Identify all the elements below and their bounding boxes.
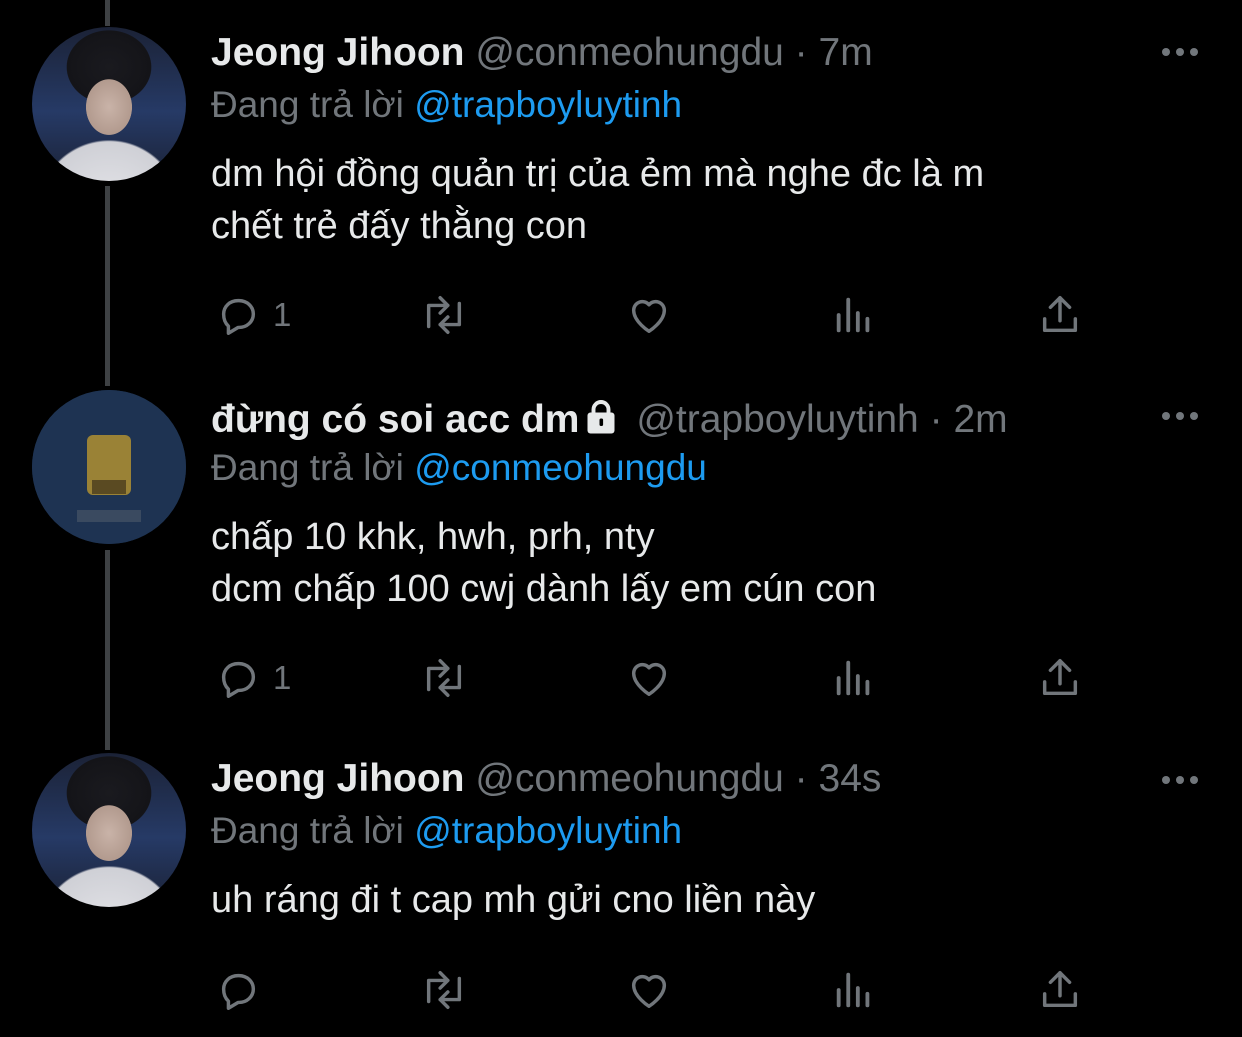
avatar[interactable] [32, 390, 186, 544]
views-icon [831, 292, 877, 338]
replying-to-mention[interactable]: @trapboyluytinh [414, 810, 682, 851]
like-button[interactable] [625, 653, 673, 703]
reply-button[interactable]: 1 [215, 290, 291, 340]
tweet-header: đừng có soi acc dm @trapboyluytinh · 2m [211, 397, 1008, 446]
action-bar [211, 965, 1111, 1015]
share-button[interactable] [1037, 653, 1083, 703]
heart-icon [625, 655, 673, 701]
avatar[interactable] [32, 753, 186, 907]
share-button[interactable] [1037, 965, 1083, 1015]
views-button[interactable] [831, 290, 877, 340]
lock-icon [583, 399, 619, 446]
share-icon [1037, 967, 1083, 1013]
more-icon[interactable] [1160, 42, 1200, 62]
tweet-header: Jeong Jihoon @conmeohungdu · 7m [211, 30, 873, 76]
replying-to-label: Đang trả lời [211, 447, 404, 488]
replying-to-label: Đang trả lời [211, 810, 404, 851]
like-button[interactable] [625, 965, 673, 1015]
replying-to: Đang trả lời @conmeohungdu [211, 446, 707, 490]
timestamp[interactable]: 34s [819, 757, 882, 800]
tweet[interactable]: Jeong Jihoon @conmeohungdu · 34s Đang tr… [0, 740, 1242, 1037]
views-button[interactable] [831, 965, 877, 1015]
reply-button[interactable] [215, 965, 273, 1015]
handle[interactable]: @trapboyluytinh [636, 398, 918, 441]
tweet-text: dm hội đồng quản trị của ẻm mà nghe đc l… [211, 153, 985, 247]
handle[interactable]: @conmeohungdu [475, 31, 783, 74]
replying-to-mention[interactable]: @trapboyluytinh [414, 84, 682, 125]
heart-icon [625, 967, 673, 1013]
tweet-text: uh ráng đi t cap mh gửi cno liền này [211, 879, 816, 921]
timestamp[interactable]: 7m [819, 31, 873, 74]
avatar[interactable] [32, 27, 186, 181]
reply-button[interactable]: 1 [215, 653, 291, 703]
display-name[interactable]: Jeong Jihoon [211, 31, 465, 74]
more-icon[interactable] [1160, 770, 1200, 790]
heart-icon [625, 292, 673, 338]
separator-dot: · [929, 398, 943, 441]
handle[interactable]: @conmeohungdu [475, 757, 783, 800]
reply-count: 1 [273, 659, 292, 696]
retweet-icon [416, 967, 472, 1013]
replying-to-label: Đang trả lời [211, 84, 404, 125]
replying-to-mention[interactable]: @conmeohungdu [414, 447, 707, 488]
like-button[interactable] [625, 290, 673, 340]
replying-to: Đang trả lời @trapboyluytinh [211, 83, 682, 127]
share-icon [1037, 292, 1083, 338]
views-button[interactable] [831, 653, 877, 703]
timestamp[interactable]: 2m [953, 398, 1007, 441]
display-name[interactable]: Jeong Jihoon [211, 757, 465, 800]
replying-to: Đang trả lời @trapboyluytinh [211, 809, 682, 853]
retweet-icon [416, 655, 472, 701]
retweet-icon [416, 292, 472, 338]
separator-dot: · [794, 31, 808, 74]
share-icon [1037, 655, 1083, 701]
more-icon[interactable] [1160, 406, 1200, 426]
display-name[interactable]: đừng có soi acc dm [211, 398, 579, 441]
share-button[interactable] [1037, 290, 1083, 340]
reply-count: 1 [273, 296, 292, 333]
tweet[interactable]: đừng có soi acc dm @trapboyluytinh · 2m … [0, 370, 1242, 740]
reply-icon [215, 292, 261, 338]
tweet-header: Jeong Jihoon @conmeohungdu · 34s [211, 756, 881, 802]
retweet-button[interactable] [416, 290, 472, 340]
views-icon [831, 967, 877, 1013]
tweet[interactable]: Jeong Jihoon @conmeohungdu · 7m Đang trả… [0, 0, 1242, 370]
tweet-text: chấp 10 khk, hwh, prh, nty dcm chấp 100 … [211, 516, 877, 610]
spongebob-avatar-art [32, 390, 186, 544]
reply-icon [215, 655, 261, 701]
views-icon [831, 655, 877, 701]
retweet-button[interactable] [416, 965, 472, 1015]
action-bar: 1 [211, 290, 1111, 340]
separator-dot: · [794, 757, 808, 800]
reply-icon [215, 967, 261, 1013]
action-bar: 1 [211, 653, 1111, 703]
retweet-button[interactable] [416, 653, 472, 703]
